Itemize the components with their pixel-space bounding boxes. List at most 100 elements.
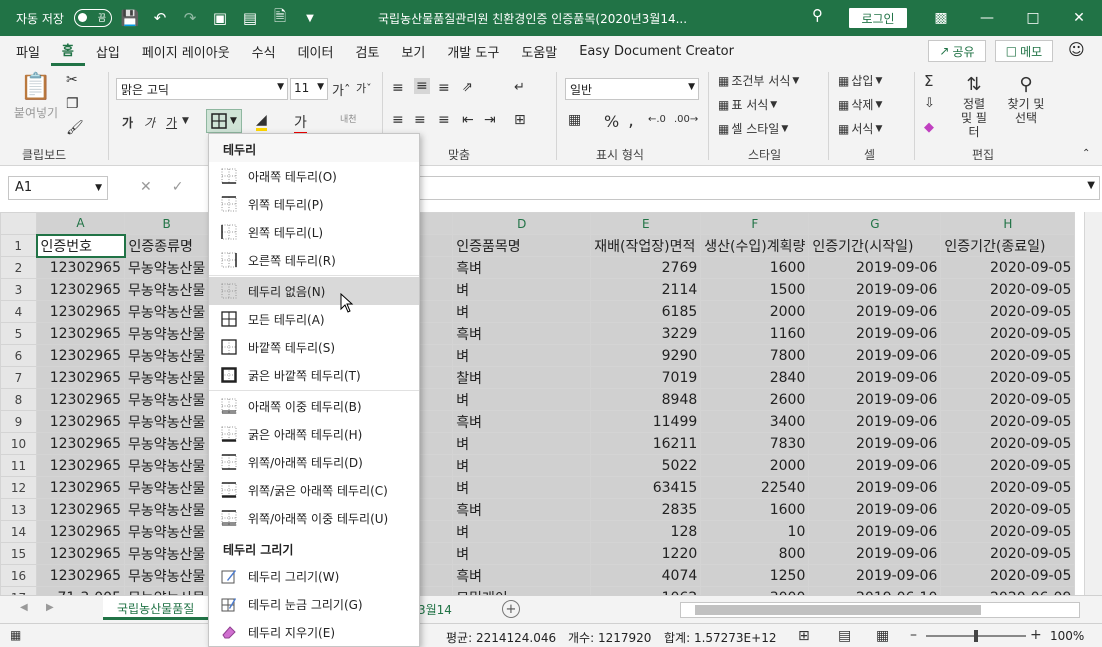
cell[interactable]: 1062 — [590, 586, 702, 595]
row-header[interactable]: 12 — [0, 476, 37, 499]
cell[interactable]: 2019-09-06 — [808, 432, 942, 455]
cell[interactable]: 9290 — [590, 344, 702, 367]
cell[interactable]: 8948 — [590, 388, 702, 411]
cell[interactable]: 10 — [700, 520, 810, 543]
clear-icon[interactable]: ◆ — [924, 120, 934, 135]
cell[interactable]: 800 — [700, 542, 810, 565]
cell[interactable]: 흑벼 — [452, 322, 592, 345]
cell[interactable]: 2020-09-05 — [940, 366, 1076, 389]
bold-button[interactable]: 가 — [122, 114, 133, 131]
phonetic-icon[interactable]: 내천 — [340, 112, 357, 125]
next-sheet-icon[interactable]: ▶ — [46, 602, 54, 613]
menu-item-erase-border[interactable]: 테두리 지우기(E) — [209, 618, 419, 646]
cell[interactable]: 벼 — [452, 432, 592, 455]
font-name-select[interactable]: 맑은 고딕 ▼ — [116, 78, 288, 100]
cell[interactable]: 2019-09-06 — [808, 520, 942, 543]
cell[interactable]: 12302965 — [36, 344, 125, 367]
cell[interactable]: 무농약농산물 — [123, 454, 210, 477]
cell[interactable]: 63415 — [590, 476, 702, 499]
cell[interactable]: 벼 — [452, 476, 592, 499]
cell[interactable]: 2019-09-06 — [808, 410, 942, 433]
page-break-view-icon[interactable]: ▦ — [876, 628, 889, 644]
row-header[interactable]: 8 — [0, 388, 37, 411]
autosum-icon[interactable]: Σ — [924, 72, 933, 90]
italic-button[interactable]: 가 — [144, 114, 155, 131]
cell[interactable]: 5022 — [590, 454, 702, 477]
tab-file[interactable]: 파일 — [0, 36, 51, 66]
cell[interactable]: 12302965 — [36, 476, 125, 499]
cell[interactable]: 2020-09-05 — [940, 564, 1076, 587]
enter-icon[interactable]: ✓ — [172, 179, 184, 195]
orientation-icon[interactable]: ⇗ — [462, 80, 473, 95]
cancel-icon[interactable]: ✕ — [140, 179, 152, 195]
menu-item-no-border[interactable]: 테두리 없음(N) — [209, 277, 419, 305]
cell[interactable]: 2019-09-06 — [808, 344, 942, 367]
cell[interactable]: 흑벼 — [452, 564, 592, 587]
cell[interactable]: 재배(작업장)면적 — [590, 234, 702, 257]
cell[interactable]: 2020-09-05 — [940, 300, 1076, 323]
insert-cells-button[interactable]: ▦ 삽입 ▼ — [838, 72, 882, 89]
cell[interactable]: 12302965 — [36, 432, 125, 455]
menu-item-all-borders[interactable]: 모든 테두리(A) — [209, 305, 419, 333]
cell[interactable]: 2019-09-06 — [808, 388, 942, 411]
cell[interactable]: 2019-09-06 — [808, 256, 942, 279]
cell[interactable]: 12302965 — [36, 388, 125, 411]
cell[interactable]: 벼 — [452, 454, 592, 477]
cell[interactable]: 1600 — [700, 256, 810, 279]
row-header[interactable]: 2 — [0, 256, 37, 279]
tab-view[interactable]: 보기 — [390, 36, 436, 66]
cell[interactable]: 12302965 — [36, 498, 125, 521]
search-icon[interactable]: ⚲ — [812, 6, 823, 24]
cell[interactable]: 찰벼 — [452, 366, 592, 389]
cell[interactable]: 2020-09-05 — [940, 278, 1076, 301]
row-header[interactable]: 14 — [0, 520, 37, 543]
cell[interactable]: 1500 — [700, 278, 810, 301]
column-header-g[interactable]: G — [808, 212, 942, 235]
menu-item-top-bottom-border[interactable]: 위쪽/아래쪽 테두리(D) — [209, 448, 419, 476]
format-painter-icon[interactable]: 🖌 — [66, 120, 84, 136]
row-header[interactable]: 13 — [0, 498, 37, 521]
tab-page-layout[interactable]: 페이지 레이아웃 — [131, 36, 241, 66]
delete-cells-button[interactable]: ▦ 삭제 ▼ — [838, 96, 882, 113]
minimize-icon[interactable]: — — [964, 0, 1010, 36]
cell[interactable]: 벼 — [452, 278, 592, 301]
add-sheet-icon[interactable]: + — [502, 600, 520, 618]
align-right-icon[interactable]: ≡ — [438, 112, 450, 128]
normal-view-icon[interactable]: ⊞ — [798, 628, 810, 644]
cell[interactable]: 2020-09-05 — [940, 542, 1076, 565]
cell[interactable]: 3400 — [700, 410, 810, 433]
menu-item-right-border[interactable]: 오른쪽 테두리(R) — [209, 246, 419, 274]
tab-formulas[interactable]: 수식 — [241, 36, 287, 66]
cell[interactable]: 무농약농산물 — [123, 322, 210, 345]
cell[interactable]: 2840 — [700, 366, 810, 389]
name-box[interactable]: A1 ▼ — [8, 176, 108, 200]
cell[interactable]: 흑벼 — [452, 410, 592, 433]
increase-indent-icon[interactable]: ⇥ — [484, 112, 496, 128]
cell[interactable]: 11499 — [590, 410, 702, 433]
cell[interactable]: 2020-09-05 — [940, 432, 1076, 455]
maximize-icon[interactable]: □ — [1010, 0, 1056, 36]
close-icon[interactable]: ✕ — [1056, 0, 1102, 36]
prev-sheet-icon[interactable]: ◀ — [20, 602, 28, 613]
cell[interactable]: 인증기간(시작일) — [808, 234, 942, 257]
cell[interactable]: 2019-09-06 — [808, 278, 942, 301]
align-bottom-icon[interactable]: ≡ — [438, 80, 450, 96]
cell[interactable]: 2020-09-05 — [940, 476, 1076, 499]
cell[interactable]: 2019-09-06 — [808, 542, 942, 565]
cell[interactable]: 모밀래이 — [452, 586, 592, 595]
login-button[interactable]: 로그인 — [849, 8, 907, 28]
select-all-corner[interactable] — [0, 212, 37, 235]
underline-button[interactable]: 가 — [166, 114, 177, 131]
menu-item-draw-border-grid[interactable]: 테두리 눈금 그리기(G) — [209, 590, 419, 618]
cell[interactable]: 2020-09-05 — [940, 344, 1076, 367]
sheet-tab-active[interactable]: 국립농산물품질 — [103, 596, 211, 620]
font-color-icon[interactable]: 가 — [294, 112, 307, 135]
row-header[interactable]: 6 — [0, 344, 37, 367]
cell[interactable]: 무농약농산물 — [123, 542, 210, 565]
cell[interactable]: 2019-09-06 — [808, 454, 942, 477]
cell[interactable]: 1160 — [700, 322, 810, 345]
cell[interactable]: 벼 — [452, 300, 592, 323]
menu-item-thick-bottom-border[interactable]: 굵은 아래쪽 테두리(H) — [209, 420, 419, 448]
cell[interactable]: 2020-09-05 — [940, 410, 1076, 433]
merge-center-icon[interactable]: ⊞ — [514, 112, 526, 128]
